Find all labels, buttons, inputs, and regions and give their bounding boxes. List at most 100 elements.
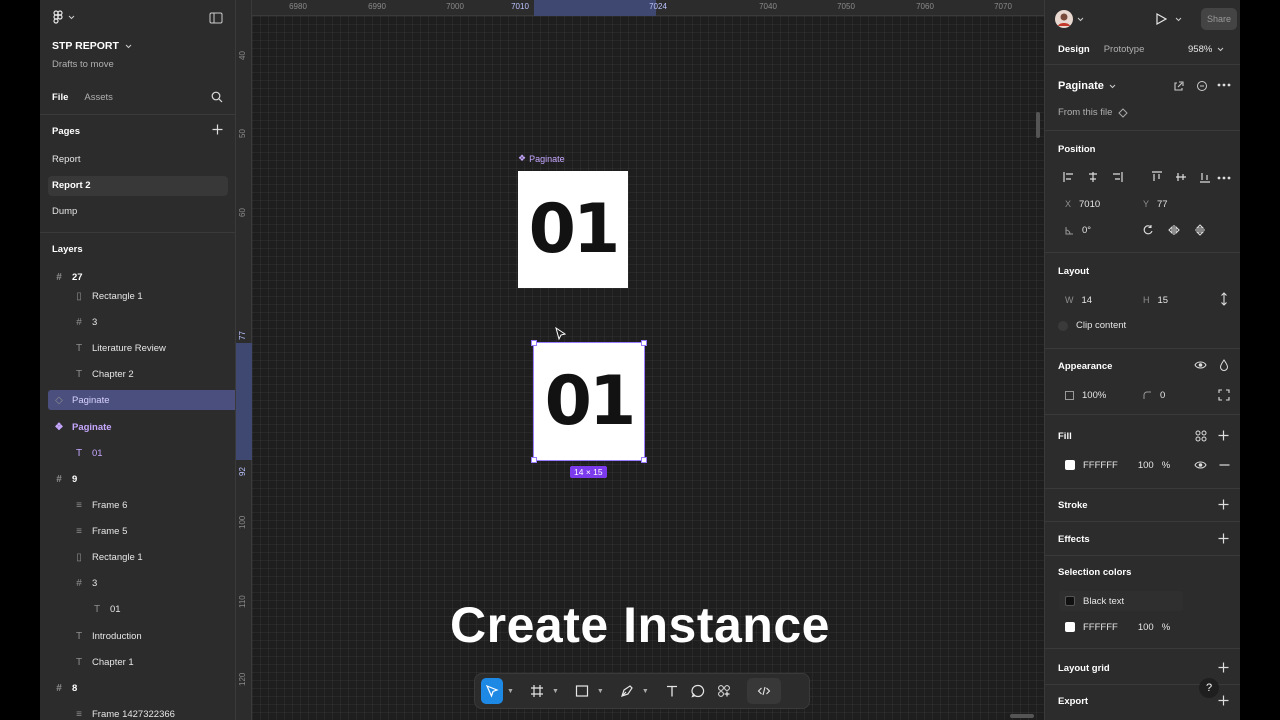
tab-assets[interactable]: Assets [84, 92, 113, 103]
page-item-report-2[interactable]: Report 2 [48, 176, 228, 196]
resize-handle[interactable] [641, 457, 647, 463]
page-item-dump[interactable]: Dump [48, 202, 228, 222]
add-layout-grid-icon[interactable] [1218, 662, 1229, 673]
layer-item[interactable]: T 01 [48, 597, 235, 621]
text-tool-button[interactable] [661, 678, 683, 704]
component-frame-label[interactable]: ❖ Paginate [518, 153, 565, 164]
chevron-down-icon[interactable]: ▼ [597, 688, 604, 695]
more-options-icon[interactable] [1217, 83, 1231, 87]
help-button[interactable]: ? [1199, 678, 1219, 698]
layer-item[interactable]: ≡ Frame 1427322366 [48, 702, 235, 720]
frame-tool-button[interactable] [526, 678, 548, 704]
layer-item[interactable]: # 3 [48, 571, 235, 595]
tab-prototype[interactable]: Prototype [1104, 44, 1145, 55]
layer-item[interactable]: ▯ Rectangle 1 [48, 284, 235, 308]
instance-name-dropdown[interactable]: Paginate [1058, 80, 1116, 92]
selection-color-white[interactable]: FFFFFF 100 % [1059, 617, 1183, 637]
layer-item[interactable]: ≡ Frame 5 [48, 519, 235, 543]
present-button[interactable] [1155, 13, 1182, 25]
layer-item[interactable]: # 9 [48, 467, 235, 491]
paginate-component[interactable]: 01 [518, 171, 628, 288]
remove-fill-icon[interactable] [1219, 464, 1230, 466]
chevron-down-icon[interactable]: ▼ [552, 688, 559, 695]
layer-label: 27 [72, 271, 83, 283]
layer-item[interactable]: T Introduction [48, 624, 235, 648]
add-stroke-icon[interactable] [1218, 499, 1229, 510]
add-effect-icon[interactable] [1218, 533, 1229, 544]
height-field[interactable]: H 15 [1137, 290, 1207, 310]
actions-tool-button[interactable] [713, 678, 735, 704]
user-avatar-menu[interactable] [1055, 10, 1084, 28]
opacity-field[interactable]: 100% [1059, 385, 1129, 405]
page-item-report[interactable]: Report [48, 150, 228, 170]
tab-file[interactable]: File [52, 92, 68, 103]
eye-icon[interactable] [1194, 360, 1207, 370]
zoom-dropdown[interactable]: 958% [1188, 44, 1224, 55]
share-button[interactable]: Share [1201, 8, 1237, 30]
align-center-vertical-icon[interactable] [1175, 171, 1187, 183]
align-left-icon[interactable] [1063, 171, 1075, 183]
component-source[interactable]: From this file [1058, 107, 1129, 118]
resizing-constraints-icon[interactable] [1220, 292, 1228, 306]
layer-item[interactable]: ❖ Paginate [48, 415, 235, 439]
independent-corners-icon[interactable] [1218, 389, 1230, 401]
layer-item[interactable]: T 01 [48, 441, 235, 465]
layer-item[interactable]: # 8 [48, 676, 235, 700]
blend-mode-icon[interactable] [1219, 359, 1229, 371]
go-to-main-component-icon[interactable] [1173, 80, 1185, 92]
selection-color-black-text[interactable]: Black text [1059, 591, 1183, 611]
pen-tool-button[interactable] [616, 678, 638, 704]
clip-content-checkbox[interactable]: Clip content [1058, 320, 1126, 331]
horizontal-scrollbar[interactable] [1010, 714, 1034, 718]
detach-instance-icon[interactable] [1196, 80, 1208, 92]
color-swatch[interactable] [1065, 622, 1075, 632]
vertical-scrollbar[interactable] [1036, 112, 1040, 138]
resize-handle[interactable] [641, 340, 647, 346]
flip-horizontal-icon[interactable] [1168, 224, 1180, 236]
layer-item-selected[interactable]: ◇ Paginate [48, 390, 235, 410]
eye-icon[interactable] [1194, 460, 1207, 470]
align-center-horizontal-icon[interactable] [1087, 171, 1099, 183]
file-name[interactable]: STP REPORT [52, 40, 132, 52]
align-bottom-icon[interactable] [1199, 171, 1211, 183]
fill-swatch[interactable] [1065, 460, 1075, 470]
paginate-instance[interactable]: 01 [533, 342, 645, 461]
layer-item[interactable]: # 3 [48, 310, 235, 334]
width-field[interactable]: W 14 [1059, 290, 1129, 310]
layer-item[interactable]: ≡ Frame 6 [48, 493, 235, 517]
x-position-field[interactable]: X 7010 [1059, 194, 1129, 214]
chevron-down-icon[interactable]: ▼ [642, 688, 649, 695]
styles-icon[interactable] [1195, 430, 1207, 442]
rotate-90-icon[interactable] [1142, 224, 1154, 236]
resize-handle[interactable] [531, 457, 537, 463]
layer-item[interactable]: T Chapter 1 [48, 650, 235, 674]
add-page-icon[interactable] [212, 124, 223, 135]
resize-handle[interactable] [531, 340, 537, 346]
tab-design[interactable]: Design [1058, 44, 1090, 55]
play-icon [1156, 13, 1167, 25]
toggle-sidebar-icon[interactable] [209, 12, 223, 24]
color-swatch[interactable] [1065, 596, 1075, 606]
align-top-icon[interactable] [1151, 171, 1163, 183]
comment-tool-button[interactable] [687, 678, 709, 704]
flip-vertical-icon[interactable] [1194, 224, 1206, 236]
y-position-field[interactable]: Y 77 [1137, 194, 1207, 214]
layer-item[interactable]: T Chapter 2 [48, 362, 235, 386]
add-fill-icon[interactable] [1218, 430, 1229, 441]
move-tool-button[interactable] [481, 678, 503, 704]
dev-mode-button[interactable] [746, 678, 781, 704]
search-icon[interactable] [211, 91, 223, 103]
canvas[interactable]: 6980 6990 7000 7010 7024 7040 7050 7060 … [236, 0, 1044, 720]
project-location[interactable]: Drafts to move [52, 59, 114, 70]
add-export-icon[interactable] [1218, 695, 1229, 706]
layer-item[interactable]: ▯ Rectangle 1 [48, 545, 235, 569]
chevron-down-icon[interactable]: ▼ [507, 688, 514, 695]
layer-item[interactable]: T Literature Review [48, 336, 235, 360]
align-right-icon[interactable] [1111, 171, 1123, 183]
corner-radius-field[interactable]: 0 [1137, 385, 1207, 405]
more-options-icon[interactable] [1217, 176, 1231, 180]
fill-color-field[interactable]: FFFFFF 100 % [1059, 455, 1179, 475]
shape-tool-button[interactable] [571, 678, 593, 704]
main-menu-button[interactable] [52, 10, 75, 24]
rotation-field[interactable]: 0° [1059, 220, 1129, 240]
